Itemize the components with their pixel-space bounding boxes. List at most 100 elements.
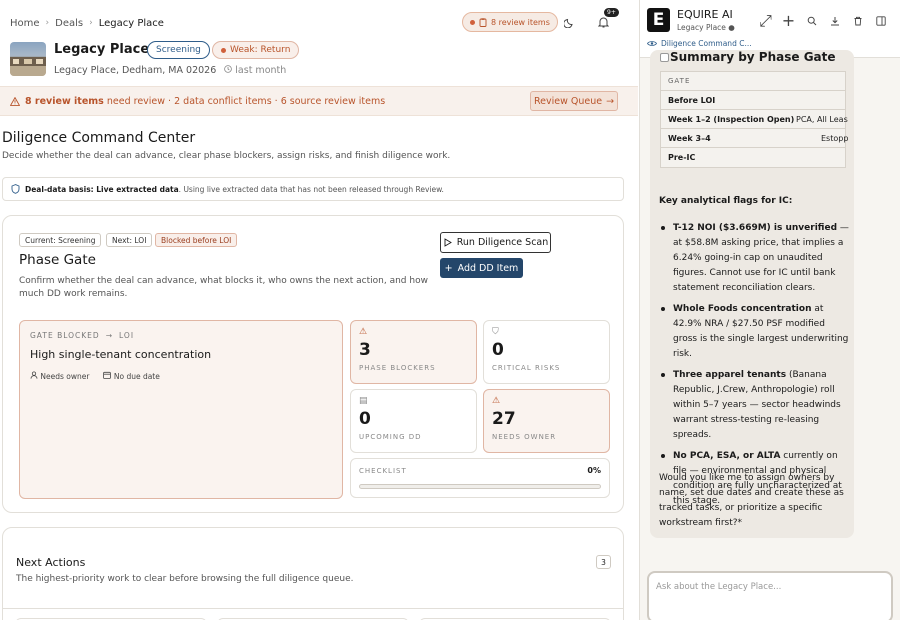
flag-title: Three apparel tenants <box>673 370 787 380</box>
assistant-subtitle: Legacy Place ● <box>677 23 735 32</box>
context-link[interactable]: Diligence Command C... <box>647 39 752 48</box>
next-actions-count: 3 <box>596 555 611 569</box>
property-address: Legacy Place, Dedham, MA 02026 <box>54 65 217 76</box>
stage-tag[interactable]: Screening <box>147 41 210 59</box>
gate-name: Pre-IC <box>668 153 696 162</box>
notification-badge: 9+ <box>604 8 619 17</box>
flag-title: T-12 NOI ($3.669M) is unverified <box>673 223 838 233</box>
shield-check-icon: ⛉ <box>492 327 499 337</box>
property-name: Legacy Place <box>54 42 150 57</box>
review-items-pill[interactable]: 8 review items <box>462 12 558 32</box>
flag-title: No PCA, ESA, or ALTA <box>673 451 781 461</box>
clipboard-icon: ▤ <box>359 396 368 406</box>
next-actions-card: Next Actions The highest-priority work t… <box>2 527 624 620</box>
alert-text: 8 review items need review · 2 data conf… <box>10 96 385 107</box>
status-dot-icon <box>221 47 226 53</box>
alert-count: 8 review items <box>25 96 104 107</box>
next-actions-title: Next Actions <box>16 556 86 569</box>
gate-row: Week 3–4 Estopp <box>661 129 849 148</box>
checkbox-icon <box>660 53 669 62</box>
stat-value: 27 <box>492 409 516 429</box>
gate-value: PCA, All Leas <box>796 114 848 124</box>
run-diligence-scan-button[interactable]: Run Diligence Scan <box>440 232 551 253</box>
gate-headline: High single-tenant concentration <box>30 348 212 361</box>
gate-name: Before LOI <box>668 95 716 105</box>
page-subtitle: Decide whether the deal can advance, cle… <box>2 151 451 161</box>
download-icon[interactable] <box>826 12 843 29</box>
rating-tag-label: Weak: Return <box>230 45 291 55</box>
gate-label-row: GATE BLOCKED → LOI <box>30 331 134 340</box>
flag-title: Whole Foods concentration <box>673 304 812 314</box>
summary-title: Summary by Phase Gate <box>670 50 836 64</box>
flag-item: T-12 NOI ($3.669M) is unverified — at $5… <box>659 221 849 296</box>
review-queue-button[interactable]: Review Queue → <box>530 91 618 111</box>
stat-label: UPCOMING DD <box>359 433 422 441</box>
updated-time-label: last month <box>235 65 287 76</box>
add-dd-item-button[interactable]: + Add DD Item <box>440 258 523 278</box>
flag-item: Whole Foods concentration at 42.9% NRA /… <box>659 302 849 362</box>
calendar-icon <box>103 371 112 379</box>
next-actions-subtitle: The highest-priority work to clear befor… <box>16 574 354 584</box>
checklist-progress: CHECKLIST 0% <box>350 458 610 498</box>
property-thumbnail <box>10 42 46 76</box>
stat-needs-owner[interactable]: ⚠ 27 NEEDS OWNER <box>483 389 610 453</box>
gate-value: Estopp <box>821 133 849 143</box>
plus-icon[interactable]: + <box>780 11 797 30</box>
shield-icon <box>11 184 20 194</box>
updated-time: last month <box>224 65 286 76</box>
review-queue-label: Review Queue <box>533 95 603 107</box>
search-icon[interactable] <box>803 12 820 29</box>
warning-icon: ⚠ <box>359 327 368 337</box>
review-items-label: 8 review items <box>491 17 550 27</box>
assistant-message: Summary by Phase Gate GATE Before LOI We… <box>650 50 854 538</box>
stat-value: 3 <box>359 340 371 360</box>
gate-row: Week 1–2 (Inspection Open) PCA, All Leas <box>661 110 848 129</box>
data-basis-label: Deal-data basis: Live extracted data <box>25 184 179 194</box>
status-dot-icon <box>470 19 475 25</box>
owner-label: Needs owner <box>40 372 90 381</box>
arrow-right-icon: → <box>105 331 113 340</box>
sidebar-toggle-icon[interactable] <box>872 12 889 29</box>
flag-text: — at $58.8M asking price, that implies a… <box>673 223 849 293</box>
follow-up-question: Would you like me to assign owners by na… <box>659 473 844 528</box>
clock-icon <box>224 65 233 73</box>
flag-item: Three apparel tenants (Banana Republic, … <box>659 368 849 443</box>
moon-icon[interactable] <box>560 13 578 31</box>
breadcrumb-home[interactable]: Home <box>10 18 40 29</box>
eye-icon <box>647 41 657 46</box>
flag-text: (Banana Republic, J.Crew, Anthropologie)… <box>673 370 841 440</box>
owner-field[interactable]: Needs owner <box>30 371 89 381</box>
data-basis-text: . Using live extracted data that has not… <box>178 184 444 194</box>
equire-logo: E <box>647 8 670 32</box>
property-address-row: Legacy Place, Dedham, MA 02026 last mont… <box>54 65 286 76</box>
assistant-context: Legacy Place <box>677 23 726 32</box>
chip-blocked: Blocked before LOI <box>155 233 238 247</box>
main-panel: Home › Deals › Legacy Place 8 review ite… <box>0 0 638 620</box>
phase-gate-description: Confirm whether the deal can advance, wh… <box>19 276 428 299</box>
stat-phase-blockers[interactable]: ⚠ 3 PHASE BLOCKERS <box>350 320 477 384</box>
gate-meta: Needs owner No due date <box>30 371 160 381</box>
breadcrumb-deals[interactable]: Deals <box>55 18 83 29</box>
stat-label: PHASE BLOCKERS <box>359 364 436 372</box>
alert-detail: need review · 2 data conflict items · 6 … <box>106 96 386 107</box>
context-link-label: Diligence Command C... <box>661 39 752 48</box>
chip-current-phase: Current: Screening <box>19 233 102 247</box>
breadcrumb-current: Legacy Place <box>98 17 164 29</box>
stat-label: CRITICAL RISKS <box>492 364 561 372</box>
divider <box>3 608 623 609</box>
play-icon <box>444 238 452 247</box>
stat-upcoming-dd[interactable]: ▤ 0 UPCOMING DD <box>350 389 477 453</box>
rating-tag[interactable]: Weak: Return <box>212 41 300 59</box>
warning-icon <box>10 97 20 106</box>
stat-critical-risks[interactable]: ⛉ 0 CRITICAL RISKS <box>483 320 610 384</box>
expand-icon[interactable]: ⤢ <box>757 11 774 30</box>
chat-input[interactable]: Ask about the Legacy Place... <box>647 571 893 620</box>
chevron-right-icon: › <box>89 18 93 28</box>
due-date-field[interactable]: No due date <box>103 371 160 381</box>
gate-row: Before LOI <box>661 91 845 110</box>
assistant-title: EQUIRE AI <box>677 8 733 21</box>
gate-name: Week 1–2 (Inspection Open) <box>668 114 795 124</box>
checklist-progress-bar <box>359 484 601 489</box>
trash-icon[interactable] <box>849 12 866 29</box>
gate-target: LOI <box>119 331 135 340</box>
